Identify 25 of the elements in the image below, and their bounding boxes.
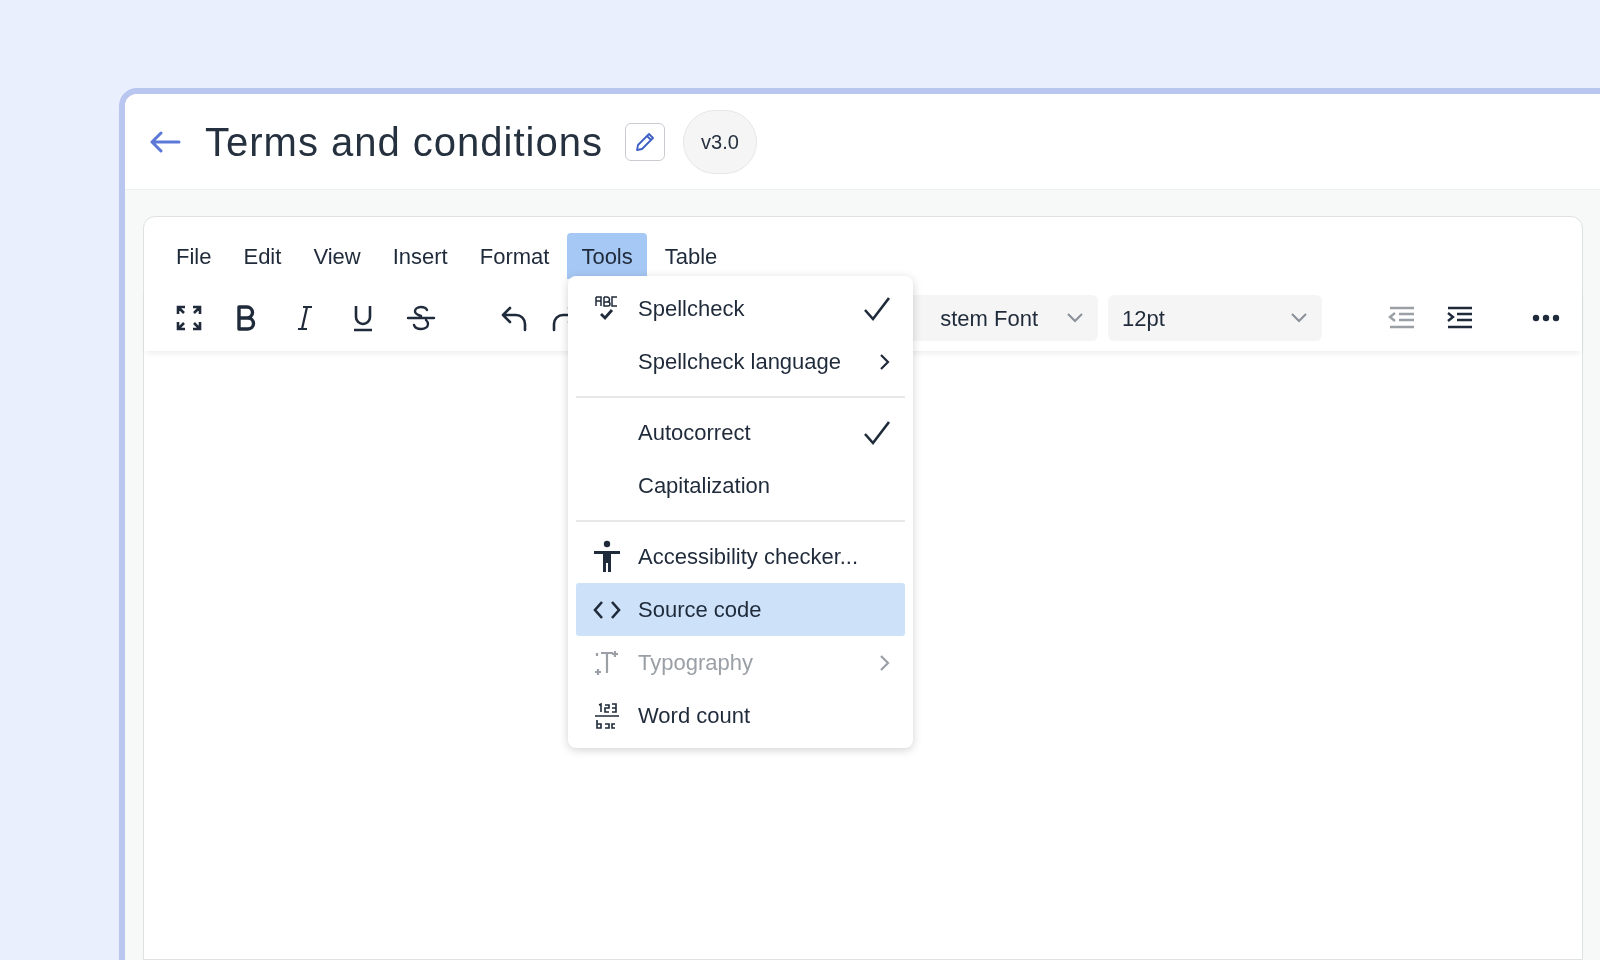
accessibility-person-icon (593, 539, 621, 574)
chevron-down-icon (1290, 312, 1308, 324)
menu-item[interactable]: Autocorrect (576, 406, 905, 459)
menu-item[interactable]: Word count (576, 689, 905, 742)
menu-tab[interactable]: Tools (567, 233, 647, 279)
menu-tab[interactable]: Format (465, 233, 564, 279)
menu-item[interactable]: Spellcheck language (576, 335, 905, 388)
menu-tab[interactable]: Insert (378, 233, 462, 279)
menu-tab[interactable]: File (162, 233, 226, 279)
text-sparkle-icon (593, 648, 621, 677)
edit-title-button[interactable] (624, 122, 665, 161)
chevron-down-icon (1066, 312, 1084, 324)
menu-item[interactable]: Spellcheck (576, 282, 905, 335)
menu-tab[interactable]: View (299, 233, 375, 279)
word-count-icon (593, 701, 621, 730)
menu-tab[interactable]: Table (650, 233, 732, 279)
font-size-dropdown[interactable]: 12pt (1108, 295, 1322, 341)
spellcheck-icon (594, 294, 620, 323)
document-title: Terms and conditions (205, 118, 603, 166)
menu-item[interactable]: Accessibility checker... (576, 530, 905, 583)
version-badge: v3.0 (682, 109, 757, 174)
code-brackets-icon (593, 599, 621, 620)
menu-tab[interactable]: Edit (229, 233, 296, 279)
menu-item[interactable]: Source code (576, 583, 905, 636)
menu-item[interactable]: Capitalization (576, 459, 905, 512)
